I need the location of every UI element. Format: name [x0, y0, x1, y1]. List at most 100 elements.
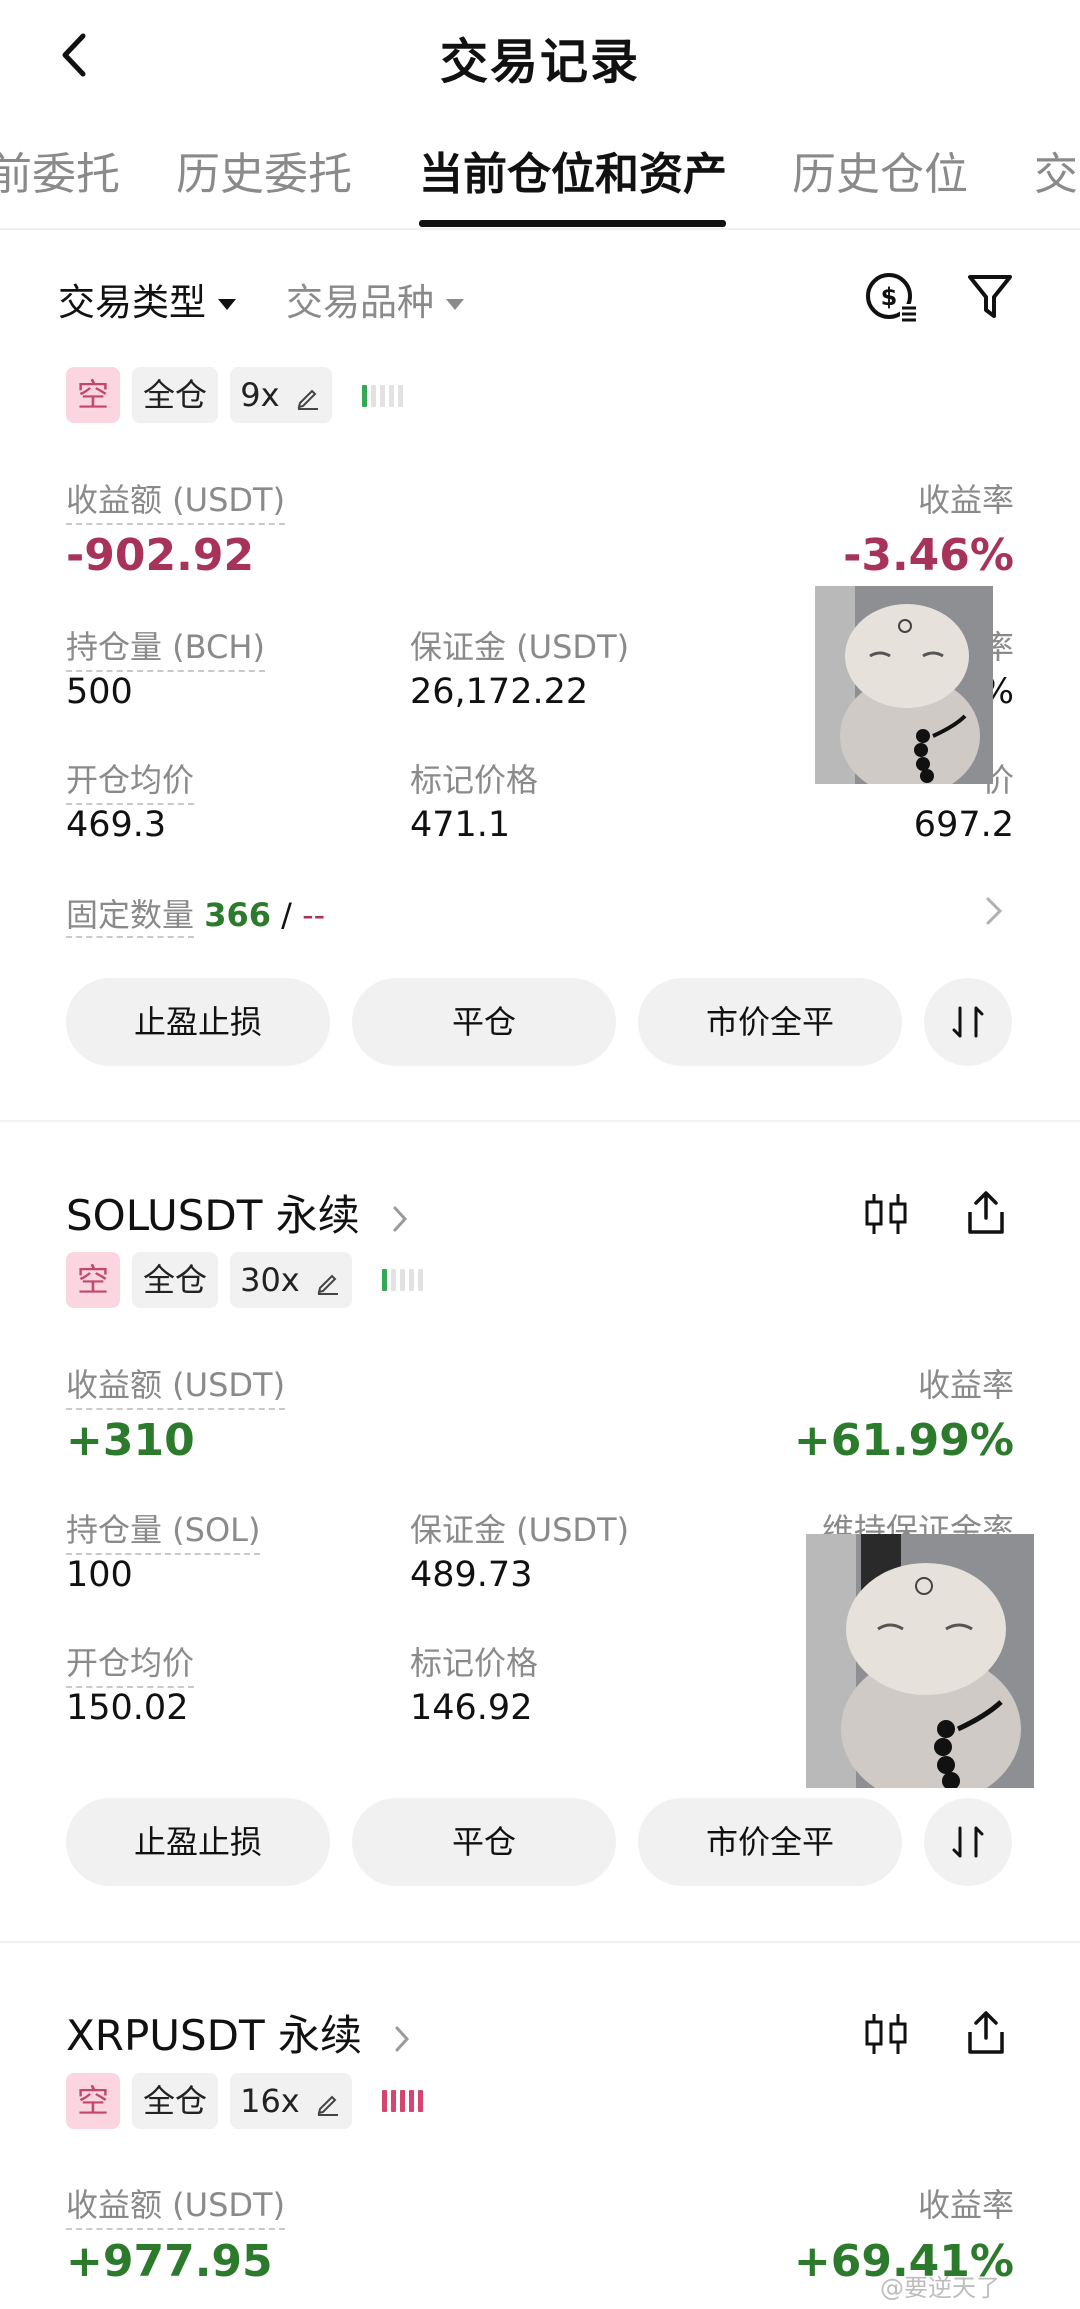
- risk-bar: [400, 1269, 405, 1291]
- entry-value: 150.02: [66, 1688, 189, 1728]
- pnl-label: 收益额 (USDT): [66, 475, 286, 525]
- mark-label: 标记价格: [410, 1644, 539, 1682]
- tab-positions-assets[interactable]: 当前仓位和资产: [419, 138, 727, 202]
- market-close-button[interactable]: 市价全平: [638, 978, 902, 1066]
- trade-symbol-dropdown[interactable]: 交易品种: [286, 272, 464, 326]
- symbol-title[interactable]: XRPUSDT 永续: [66, 2002, 415, 2063]
- risk-bar: [418, 1269, 423, 1291]
- liq-value: 697.2: [913, 805, 1014, 845]
- risk-bar: [391, 1269, 396, 1291]
- fixed-quantity-row[interactable]: 固定数量 366 / --: [66, 890, 325, 938]
- chevron-right-icon: [393, 1206, 408, 1231]
- dollar-list-icon[interactable]: $: [864, 270, 920, 326]
- tab-bar: 前委托 历史委托 当前仓位和资产 历史仓位 交: [0, 120, 1080, 230]
- roi-label: 收益率: [917, 481, 1014, 519]
- margin-label: 保证金 (USDT): [410, 628, 630, 666]
- swap-arrows-icon: [952, 1006, 984, 1038]
- tab-current-orders[interactable]: 前委托: [0, 138, 120, 202]
- edit-icon: [317, 2095, 338, 2116]
- pnl-label: 收益额 (USDT): [66, 1360, 286, 1410]
- pnl-label: 收益额 (USDT): [66, 2180, 286, 2230]
- roi-value: +61.99%: [793, 1415, 1014, 1466]
- caret-down-icon: [218, 299, 236, 310]
- share-icon[interactable]: [962, 2008, 1010, 2058]
- qty-label: 持仓量 (SOL): [66, 1505, 261, 1555]
- leverage-button[interactable]: 9x: [230, 367, 332, 423]
- trade-type-label: 交易类型: [58, 281, 206, 324]
- reverse-position-button[interactable]: [924, 1798, 1012, 1886]
- risk-bar: [418, 2090, 423, 2112]
- edit-icon: [317, 1274, 338, 1295]
- divider: [0, 1941, 1080, 1943]
- entry-label: 开仓均价: [66, 1638, 195, 1688]
- risk-bar: [382, 2090, 387, 2112]
- tp-sl-button[interactable]: 止盈止损: [66, 978, 330, 1066]
- risk-bar: [409, 1269, 414, 1291]
- qty-label: 持仓量 (BCH): [66, 622, 265, 672]
- tab-position-history[interactable]: 历史仓位: [792, 138, 968, 202]
- swap-arrows-icon: [952, 1826, 984, 1858]
- risk-meter: [362, 385, 403, 407]
- close-position-button[interactable]: 平仓: [352, 1798, 616, 1886]
- risk-bar: [389, 385, 394, 407]
- tab-order-history[interactable]: 历史委托: [176, 138, 352, 202]
- candlestick-icon[interactable]: [862, 1190, 910, 1238]
- leverage-button[interactable]: 30x: [230, 1252, 352, 1308]
- divider: [0, 1120, 1080, 1122]
- side-badge: 空: [66, 367, 120, 423]
- risk-meter: [382, 2090, 423, 2112]
- risk-bar: [391, 2090, 396, 2112]
- edit-icon: [297, 389, 318, 410]
- watermark: @要逆天了: [880, 2274, 1000, 2302]
- symbol-name: SOLUSDT 永续: [66, 1191, 360, 1240]
- leverage-value: 9x: [240, 376, 280, 414]
- mark-value: 146.92: [410, 1688, 533, 1728]
- entry-value: 469.3: [66, 805, 167, 845]
- entry-label: 开仓均价: [66, 755, 195, 805]
- fixed-qty-label: 固定数量: [66, 896, 195, 938]
- divider: [0, 228, 1080, 230]
- pnl-value: +310: [66, 1415, 195, 1466]
- risk-bar: [382, 1269, 387, 1291]
- market-close-button[interactable]: 市价全平: [638, 1798, 902, 1886]
- page-title: 交易记录: [439, 34, 640, 90]
- margin-value: 26,172.22: [410, 672, 589, 712]
- roi-label: 收益率: [917, 1366, 1014, 1404]
- qty-value: 500: [66, 672, 133, 712]
- risk-bar: [380, 385, 385, 407]
- candlestick-icon[interactable]: [862, 2010, 910, 2058]
- trade-symbol-label: 交易品种: [286, 281, 434, 324]
- leverage-value: 16x: [240, 2082, 300, 2120]
- tab-trade[interactable]: 交: [1034, 138, 1078, 202]
- leverage-button[interactable]: 16x: [230, 2073, 352, 2129]
- trade-type-dropdown[interactable]: 交易类型: [58, 272, 236, 326]
- cat-sticker-image: [815, 586, 993, 784]
- reverse-position-button[interactable]: [924, 978, 1012, 1066]
- close-position-button[interactable]: 平仓: [352, 978, 616, 1066]
- pnl-value: +977.95: [66, 2236, 273, 2287]
- funnel-icon[interactable]: [966, 272, 1014, 322]
- share-icon[interactable]: [962, 1188, 1010, 1238]
- symbol-name: XRPUSDT 永续: [66, 2011, 363, 2060]
- fixed-qty-separator: /: [281, 896, 292, 934]
- filter-bar: 交易类型 交易品种 $: [0, 260, 1080, 340]
- margin-mode-badge: 全仓: [132, 1252, 218, 1308]
- risk-bar: [362, 385, 367, 407]
- leverage-value: 30x: [240, 1261, 300, 1299]
- side-badge: 空: [66, 2073, 120, 2129]
- roi-label: 收益率: [917, 2186, 1014, 2224]
- mark-label: 标记价格: [410, 761, 539, 799]
- pnl-value: -902.92: [66, 530, 255, 581]
- side-badge: 空: [66, 1252, 120, 1308]
- qty-value: 100: [66, 1555, 133, 1595]
- svg-text:$: $: [881, 283, 898, 311]
- mark-value: 471.1: [410, 805, 511, 845]
- symbol-title[interactable]: SOLUSDT 永续: [66, 1182, 413, 1243]
- tab-active-indicator: [419, 220, 726, 227]
- risk-bar: [400, 2090, 405, 2112]
- tp-sl-button[interactable]: 止盈止损: [66, 1798, 330, 1886]
- margin-mode-badge: 全仓: [132, 2073, 218, 2129]
- risk-bar: [371, 385, 376, 407]
- chevron-right-icon[interactable]: [982, 893, 1006, 929]
- margin-mode-badge: 全仓: [132, 367, 218, 423]
